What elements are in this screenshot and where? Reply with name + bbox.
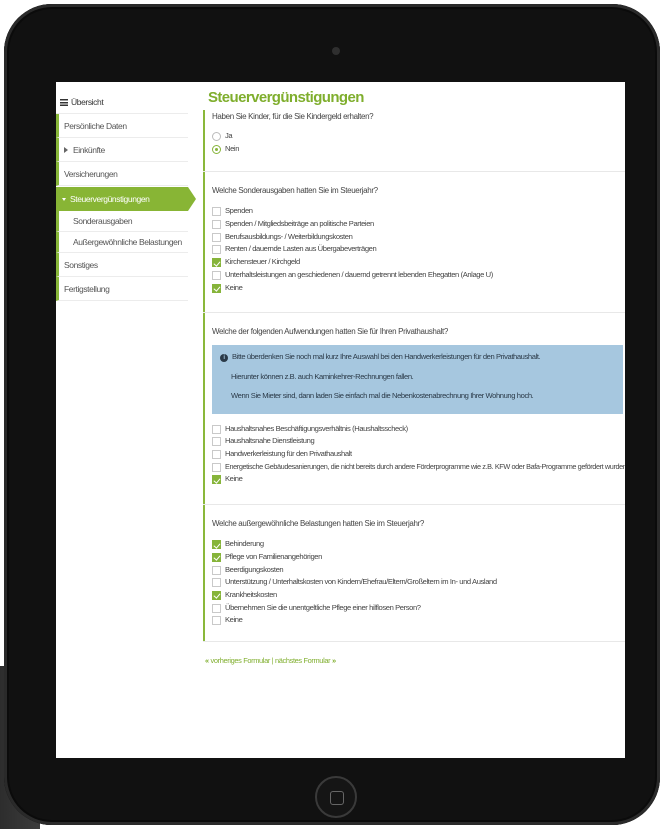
checkbox-option[interactable]: Energetische Gebäudesanierungen, die nic… bbox=[212, 461, 625, 474]
checkbox[interactable] bbox=[212, 578, 221, 588]
checkbox[interactable] bbox=[212, 616, 221, 626]
question-belastungen: Welche außergewöhnliche Belastungen hatt… bbox=[212, 519, 424, 529]
sidebar-item-overview[interactable]: Übersicht bbox=[56, 90, 188, 114]
checkbox-option[interactable]: Haushaltsnahe Dienstleistung bbox=[212, 435, 625, 448]
checkbox[interactable] bbox=[212, 220, 221, 230]
sidebar-item-persoenliche-daten[interactable]: Persönliche Daten bbox=[56, 114, 188, 138]
checkbox-checked[interactable] bbox=[212, 590, 221, 600]
checkbox[interactable] bbox=[212, 207, 221, 217]
checkbox-checked[interactable] bbox=[212, 540, 221, 550]
checkbox-option[interactable]: Spenden bbox=[212, 205, 625, 218]
checkbox-checked[interactable] bbox=[212, 475, 221, 485]
section-kindergeld: Haben Sie Kinder, für die Sie Kindergeld… bbox=[203, 110, 625, 172]
page-title: Steuervergünstigungen bbox=[208, 89, 364, 106]
question-privathaushalt: Welche der folgenden Aufwendungen hatten… bbox=[212, 327, 448, 337]
sidebar: Übersicht Persönliche Daten Einkünfte Ve… bbox=[56, 82, 196, 758]
next-form-link[interactable]: nächstes Formular bbox=[275, 656, 331, 665]
checkbox-option[interactable]: Berufsausbildungs- / Weiterbildungskoste… bbox=[212, 231, 625, 244]
checkbox[interactable] bbox=[212, 603, 221, 613]
checkbox-option[interactable]: Übernehmen Sie die unentgeltliche Pflege… bbox=[212, 602, 625, 615]
checkbox[interactable] bbox=[212, 232, 221, 242]
sidebar-item-sonderausgaben[interactable]: Sonderausgaben bbox=[56, 211, 188, 232]
checkbox-option[interactable]: Renten / dauernde Lasten aus Übergabever… bbox=[212, 243, 625, 256]
menu-icon bbox=[60, 99, 68, 106]
form-navigation: « vorheriges Formular | nächstes Formula… bbox=[205, 655, 336, 665]
checkbox[interactable] bbox=[212, 437, 221, 447]
radio-option-nein[interactable]: Nein bbox=[212, 143, 625, 156]
sidebar-item-aussergewoehnliche-belastungen[interactable]: Außergewöhnliche Belastungen bbox=[56, 232, 188, 253]
caret-down-icon bbox=[62, 198, 66, 201]
info-box: i Bitte überdenken Sie noch mal kurz Ihre… bbox=[212, 345, 623, 414]
info-icon: i bbox=[220, 354, 228, 363]
checkbox[interactable] bbox=[212, 450, 221, 460]
checkbox-option[interactable]: Keine bbox=[212, 282, 625, 295]
checkbox-option[interactable]: Unterstützung / Unterhaltskosten von Kin… bbox=[212, 576, 625, 589]
sidebar-item-fertigstellung[interactable]: Fertigstellung bbox=[56, 277, 188, 301]
checkbox-option[interactable]: Pflege von Familienangehörigen bbox=[212, 551, 625, 564]
checkbox[interactable] bbox=[212, 565, 221, 575]
radio-button[interactable] bbox=[212, 132, 221, 141]
previous-form-link[interactable]: vorheriges Formular bbox=[210, 656, 270, 665]
section-sonderausgaben: Welche Sonderausgaben hatten Sie im Steu… bbox=[203, 172, 625, 313]
checkbox-checked[interactable] bbox=[212, 552, 221, 562]
sidebar-item-sonstiges[interactable]: Sonstiges bbox=[56, 253, 188, 277]
checkbox[interactable] bbox=[212, 270, 221, 280]
checkbox-option[interactable]: Krankheitskosten bbox=[212, 589, 625, 602]
info-line: Wenn Sie Mieter sind, dann laden Sie ein… bbox=[231, 391, 534, 401]
checkbox-option[interactable]: Unterhaltsleistungen an geschiedenen / d… bbox=[212, 269, 625, 282]
info-line: i Bitte überdenken Sie noch mal kurz Ihre… bbox=[220, 351, 615, 371]
checkbox[interactable] bbox=[212, 245, 221, 255]
checkbox-option[interactable]: Spenden / Mitgliedsbeiträge an politisch… bbox=[212, 218, 625, 231]
caret-right-icon bbox=[64, 147, 68, 153]
question-kindergeld: Haben Sie Kinder, für die Sie Kindergeld… bbox=[212, 112, 374, 121]
checkbox-checked[interactable] bbox=[212, 283, 221, 293]
checkbox[interactable] bbox=[212, 424, 221, 434]
camera-icon bbox=[332, 47, 340, 55]
checkbox-checked[interactable] bbox=[212, 258, 221, 268]
section-belastungen: Welche außergewöhnliche Belastungen hatt… bbox=[203, 505, 625, 641]
checkbox-option[interactable]: Kirchensteuer / Kirchgeld bbox=[212, 256, 625, 269]
question-sonderausgaben: Welche Sonderausgaben hatten Sie im Steu… bbox=[212, 186, 378, 196]
checkbox-option[interactable]: Handwerkerleistung für den Privathaushal… bbox=[212, 448, 625, 461]
radio-option-ja[interactable]: Ja bbox=[212, 130, 625, 143]
tablet-screen: Übersicht Persönliche Daten Einkünfte Ve… bbox=[56, 82, 625, 758]
checkbox-option[interactable]: Beerdigungskosten bbox=[212, 564, 625, 577]
checkbox-option[interactable]: Keine bbox=[212, 614, 625, 627]
radio-button-selected[interactable] bbox=[212, 144, 221, 154]
main-content: Steuervergünstigungen Haben Sie Kinder, … bbox=[201, 82, 625, 758]
checkbox-option[interactable]: Keine bbox=[212, 473, 625, 486]
section-privathaushalt: Welche der folgenden Aufwendungen hatten… bbox=[203, 313, 625, 505]
checkbox[interactable] bbox=[212, 462, 221, 472]
sidebar-item-steuerverguenstigungen[interactable]: Steuervergünstigungen bbox=[56, 187, 196, 211]
checkbox-option[interactable]: Behinderung bbox=[212, 538, 625, 551]
info-line: Hierunter können z.B. auch Kaminkehrer-R… bbox=[231, 371, 414, 381]
checkbox-option[interactable]: Haushaltsnahes Beschäftigungsverhältnis … bbox=[212, 423, 625, 436]
section-divider bbox=[203, 640, 625, 642]
home-button[interactable] bbox=[315, 776, 357, 818]
sidebar-item-versicherungen[interactable]: Versicherungen bbox=[56, 162, 188, 186]
sidebar-item-einkuenfte[interactable]: Einkünfte bbox=[56, 138, 188, 162]
